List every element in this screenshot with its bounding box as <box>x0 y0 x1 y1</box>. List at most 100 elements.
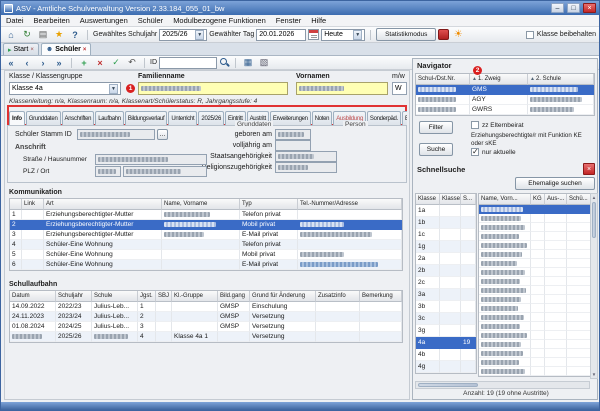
tab-grunddaten[interactable]: Grunddaten <box>26 111 61 125</box>
col-art[interactable]: Art <box>44 199 162 210</box>
menu-fenster[interactable]: Fenster <box>271 15 306 26</box>
col-schule[interactable]: Schule <box>92 291 138 302</box>
school-row[interactable]: GWRS <box>416 105 594 115</box>
delete-record-icon[interactable]: × <box>93 57 107 69</box>
close-button[interactable]: × <box>583 3 596 13</box>
statistikmodus-button[interactable]: Statistikmodus <box>376 28 436 41</box>
student-row[interactable] <box>479 286 593 295</box>
tab-anschriften[interactable]: Anschriften <box>62 111 95 125</box>
search-icon[interactable] <box>219 57 230 68</box>
filter-button[interactable]: Filter <box>419 121 453 134</box>
class-row[interactable]: 1c <box>416 229 476 241</box>
tab-bildungsverlauf[interactable]: Bildungsverlauf <box>125 111 168 125</box>
col-klassengruppe[interactable]: Klassen... <box>440 194 461 205</box>
class-row[interactable]: 2a <box>416 253 476 265</box>
student-row[interactable] <box>479 214 593 223</box>
table-row[interactable]: 14.09.20222022/23Julius-Leb...1GMSPEinsc… <box>10 302 402 312</box>
col-schuljahr[interactable]: Schuljahr <box>56 291 92 302</box>
gender-input[interactable]: W <box>392 82 407 95</box>
col-name[interactable]: Name, Vorname <box>162 199 240 210</box>
undo-icon[interactable]: ↶ <box>125 57 139 69</box>
class-row[interactable]: 1a <box>416 205 476 217</box>
student-row[interactable] <box>479 313 593 322</box>
next-record-icon[interactable]: › <box>36 57 50 69</box>
class-row-selected[interactable]: 4a19 <box>416 337 476 349</box>
student-row[interactable] <box>479 232 593 241</box>
menu-modulbezogene-funktionen[interactable]: Modulbezogene Funktionen <box>168 15 271 26</box>
menu-auswertungen[interactable]: Auswertungen <box>75 15 133 26</box>
col-kl-gruppe[interactable]: Kl.-Gruppe <box>172 291 218 302</box>
table-row[interactable]: 24.11.20232023/24Julius-Leb...2GMSPVerse… <box>10 312 402 322</box>
religion-input[interactable] <box>275 162 337 173</box>
tab-start[interactable]: ▸ Start × <box>3 43 39 55</box>
nur-aktuelle-checkbox[interactable] <box>471 148 479 156</box>
class-row[interactable]: 4b <box>416 349 476 361</box>
col-kg[interactable]: KG <box>531 194 545 205</box>
table-row[interactable]: 5Schüler-Eine WohnungMobil privat <box>10 250 402 260</box>
chevron-down-icon[interactable]: ▼ <box>195 30 204 40</box>
student-row[interactable] <box>479 250 593 259</box>
day-input[interactable]: 20.01.2026 <box>256 29 306 41</box>
last-record-icon[interactable]: » <box>52 57 66 69</box>
student-row[interactable] <box>479 304 593 313</box>
student-row[interactable] <box>479 349 593 358</box>
scroll-up-icon[interactable]: ▲ <box>591 195 597 200</box>
school-year-select[interactable]: 2025/26▼ <box>159 29 207 41</box>
tab-info[interactable]: Info <box>9 111 25 125</box>
col-schueleranzahl[interactable]: S... <box>461 194 476 205</box>
minimize-button[interactable]: – <box>551 3 564 13</box>
class-row[interactable]: 3a <box>416 289 476 301</box>
horizontal-scrollbar[interactable] <box>415 381 590 389</box>
table-row[interactable]: 4Schüler-Eine WohnungTelefon privat <box>10 240 402 250</box>
maximize-button[interactable]: □ <box>567 3 580 13</box>
col-datum[interactable]: Datum <box>10 291 56 302</box>
plz-input[interactable] <box>95 166 121 177</box>
table-row[interactable]: 2025/264Klasse 4a 1Versetzung <box>10 332 402 342</box>
student-row[interactable] <box>479 358 593 367</box>
scroll-down-icon[interactable]: ▼ <box>591 372 597 377</box>
class-row[interactable]: 3c <box>416 313 476 325</box>
elternbeirat-checkbox[interactable] <box>471 121 479 129</box>
help-icon[interactable]: ? <box>68 29 82 41</box>
student-row[interactable] <box>479 331 593 340</box>
calendar-icon[interactable] <box>308 29 319 40</box>
sun-icon[interactable]: ☀ <box>451 29 465 41</box>
scrollbar-thumb[interactable] <box>592 202 596 238</box>
table-row[interactable]: 3Erziehungsberechtigter-MutterE-Mail pri… <box>10 230 402 240</box>
class-row[interactable]: 1g <box>416 241 476 253</box>
ort-input[interactable] <box>123 166 207 177</box>
student-row[interactable] <box>479 241 593 250</box>
geboren-input[interactable] <box>275 129 311 140</box>
refresh-icon[interactable]: ↻ <box>20 29 34 41</box>
class-row[interactable]: 2b <box>416 265 476 277</box>
close-schnellsuche-button[interactable]: × <box>583 163 595 175</box>
student-row[interactable] <box>479 295 593 304</box>
menu-datei[interactable]: Datei <box>1 15 29 26</box>
close-tab-icon[interactable]: × <box>30 47 34 53</box>
accept-icon[interactable]: ✓ <box>109 57 123 69</box>
keep-class-checkbox[interactable] <box>526 31 534 39</box>
table-row[interactable]: 6Schüler-Eine WohnungE-Mail privat <box>10 260 402 270</box>
tab-sonderpaed[interactable]: Sonderpäd. <box>367 111 401 125</box>
table-row-selected[interactable]: 2Erziehungsberechtigter-MutterMobil priv… <box>10 220 402 230</box>
day-mode-select[interactable]: Heute▼ <box>321 29 365 41</box>
id-input[interactable] <box>159 57 217 69</box>
col-austritt[interactable]: Aus-... <box>545 194 567 205</box>
col-zusatzinfo[interactable]: Zusatzinfo <box>316 291 360 302</box>
settings-grid-icon[interactable]: ▧ <box>257 57 271 69</box>
col-link[interactable]: Link <box>22 199 44 210</box>
col-name-vorname[interactable]: Name, Vorn... <box>479 194 531 205</box>
student-row[interactable] <box>479 367 593 376</box>
scrollbar-thumb[interactable] <box>418 383 478 387</box>
tab-schueler[interactable]: ☻ Schüler × <box>41 43 92 55</box>
tab-noten[interactable]: Noten <box>312 111 333 125</box>
student-row[interactable] <box>479 259 593 268</box>
reports-icon[interactable]: ▤ <box>36 29 50 41</box>
tab-erweiterungen[interactable]: Erweiterungen <box>270 111 311 125</box>
school-row-selected[interactable]: GMS <box>416 85 594 95</box>
col-klasse[interactable]: Klasse <box>416 194 440 205</box>
col-schulnr[interactable]: Schul-/Dst.Nr. <box>416 74 470 85</box>
col-jgst[interactable]: Jgst. <box>138 291 156 302</box>
col-schule[interactable]: ▲2. Schule <box>528 74 594 85</box>
firstname-input[interactable] <box>296 82 388 95</box>
